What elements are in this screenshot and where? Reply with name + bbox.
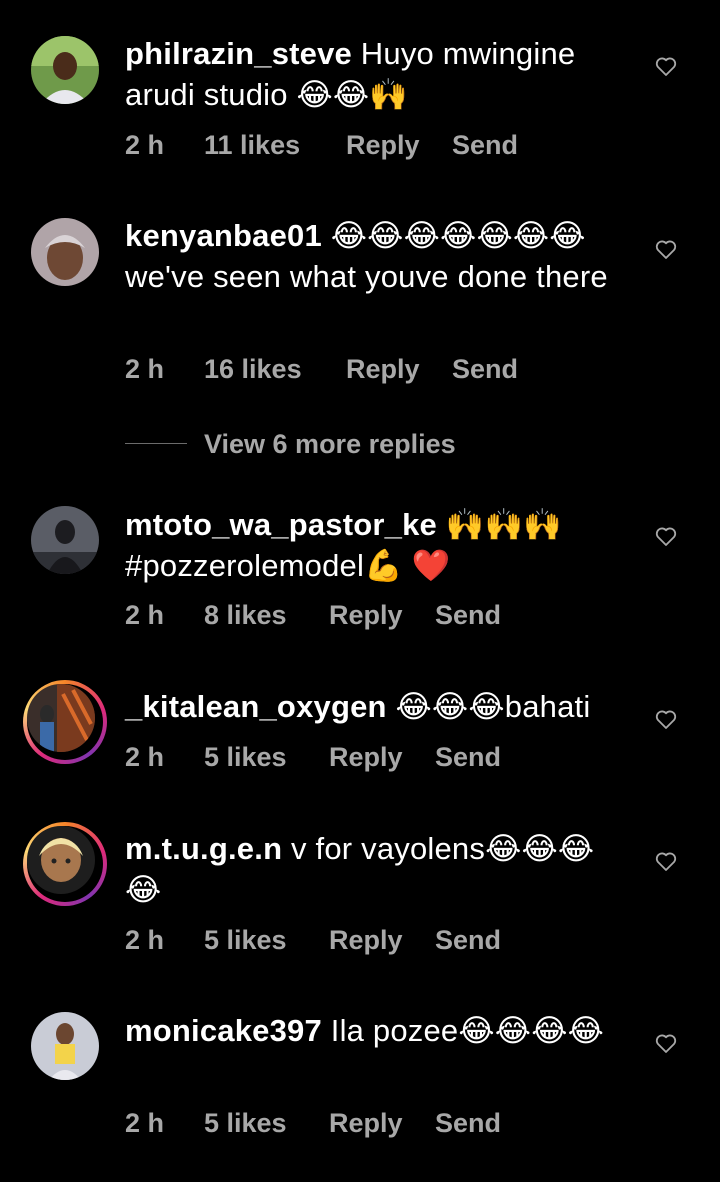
send-button[interactable]: Send: [435, 1105, 501, 1141]
divider: [125, 443, 187, 444]
comment-time: 2 h: [125, 742, 165, 772]
heart-outline-icon[interactable]: [654, 707, 678, 731]
comment-text: 😂😂😂bahati: [386, 689, 591, 724]
story-ring-avatar[interactable]: [23, 680, 107, 764]
reply-button[interactable]: Reply: [329, 597, 403, 633]
comment-body: mtoto_wa_pastor_ke 🙌🙌🙌 #pozzerolemodel💪 …: [125, 504, 630, 586]
reply-button[interactable]: Reply: [329, 739, 403, 775]
comment-body: philrazin_steve Huyo mwingine arudi stud…: [125, 33, 630, 115]
comment-body: m.t.u.g.e.n v for vayolens😂😂😂😂: [125, 828, 630, 910]
comment-time: 2 h: [125, 354, 165, 384]
comment-body: monicake397 Ila pozee😂😂😂😂: [125, 1010, 630, 1051]
comment-likes[interactable]: 5 likes: [204, 739, 287, 775]
comment-time: 2 h: [125, 925, 165, 955]
send-button[interactable]: Send: [435, 922, 501, 958]
comment-likes[interactable]: 16 likes: [204, 351, 302, 387]
comment-time: 2 h: [125, 1108, 165, 1138]
comment-text: Ila pozee😂😂😂😂: [321, 1013, 605, 1048]
comment-likes[interactable]: 5 likes: [204, 1105, 287, 1141]
comment-time: 2 h: [125, 600, 165, 630]
avatar[interactable]: [31, 36, 99, 104]
comment-username[interactable]: kenyanbae01: [125, 218, 322, 253]
send-button[interactable]: Send: [435, 597, 501, 633]
avatar[interactable]: [31, 1012, 99, 1080]
heart-outline-icon[interactable]: [654, 1031, 678, 1055]
view-more-replies-label: View 6 more replies: [204, 429, 456, 459]
reply-button[interactable]: Reply: [346, 127, 420, 163]
heart-outline-icon[interactable]: [654, 849, 678, 873]
heart-outline-icon[interactable]: [654, 524, 678, 548]
reply-button[interactable]: Reply: [346, 351, 420, 387]
comment-likes[interactable]: 5 likes: [204, 922, 287, 958]
comments-list: philrazin_steve Huyo mwingine arudi stud…: [0, 0, 720, 1182]
comment-body: _kitalean_oxygen 😂😂😂bahati: [125, 686, 630, 727]
comment-username[interactable]: monicake397: [125, 1013, 322, 1048]
reply-button[interactable]: Reply: [329, 1105, 403, 1141]
avatar[interactable]: [31, 506, 99, 574]
comment-username[interactable]: mtoto_wa_pastor_ke: [125, 507, 437, 542]
story-ring-avatar[interactable]: [23, 822, 107, 906]
comment-time: 2 h: [125, 130, 165, 160]
reply-button[interactable]: Reply: [329, 922, 403, 958]
comment-body: kenyanbae01 😂😂😂😂😂😂😂we've seen what youve…: [125, 215, 630, 297]
send-button[interactable]: Send: [452, 351, 518, 387]
comment-username[interactable]: m.t.u.g.e.n: [125, 831, 282, 866]
comment-likes[interactable]: 8 likes: [204, 597, 287, 633]
send-button[interactable]: Send: [435, 739, 501, 775]
avatar[interactable]: [31, 218, 99, 286]
send-button[interactable]: Send: [452, 127, 518, 163]
comment-likes[interactable]: 11 likes: [204, 127, 300, 163]
heart-outline-icon[interactable]: [654, 54, 678, 78]
comment-username[interactable]: philrazin_steve: [125, 36, 352, 71]
comment-username[interactable]: _kitalean_oxygen: [125, 689, 387, 724]
heart-outline-icon[interactable]: [654, 237, 678, 261]
